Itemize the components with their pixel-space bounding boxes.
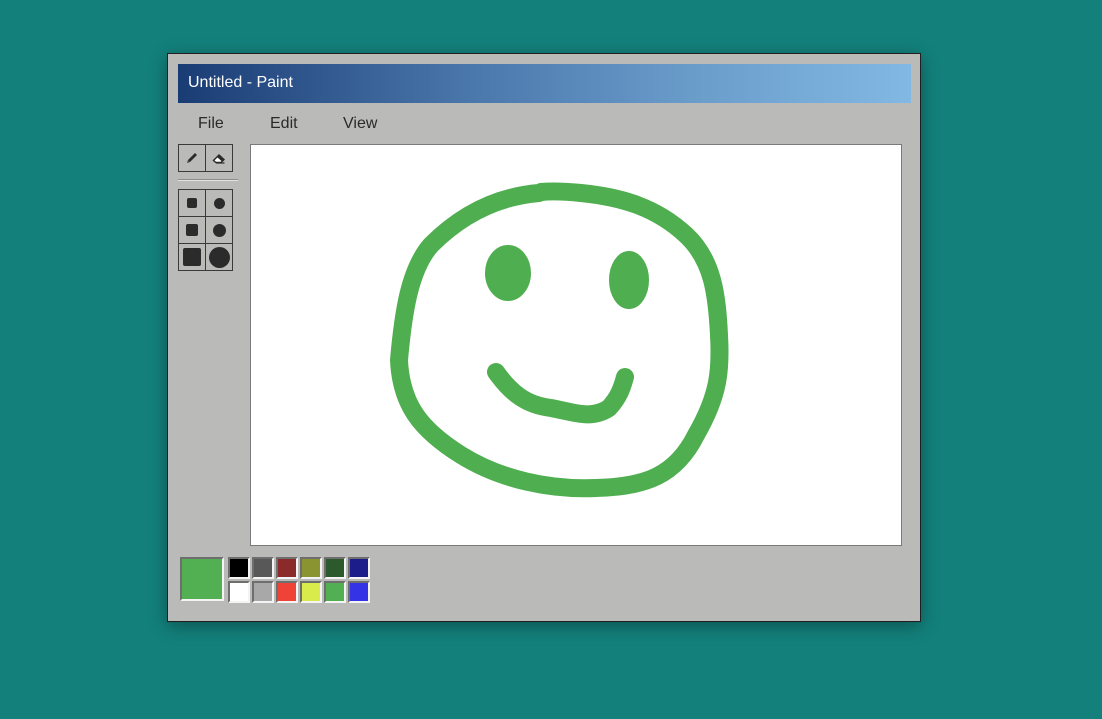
swatch-dark-gray[interactable] (252, 557, 274, 579)
eraser-tool[interactable] (205, 144, 233, 172)
brush-square-large[interactable] (178, 243, 206, 271)
swatch-white[interactable] (228, 581, 250, 603)
eraser-icon (212, 154, 226, 164)
menu-bar: File Edit View (178, 112, 395, 136)
brush-square-small[interactable] (178, 189, 206, 217)
swatch-green[interactable] (324, 581, 346, 603)
square-brush-icon (186, 224, 198, 236)
swatch-dark-red[interactable] (276, 557, 298, 579)
face-outline (390, 182, 729, 498)
paint-window: Untitled - Paint File Edit View (167, 53, 921, 622)
menu-file[interactable]: File (178, 112, 250, 136)
circle-brush-icon (212, 223, 226, 237)
swatch-grid (228, 557, 372, 605)
brush-square-medium[interactable] (178, 216, 206, 244)
swatch-red[interactable] (276, 581, 298, 603)
right-eye (609, 251, 649, 309)
left-eye (485, 245, 531, 301)
swatch-light-gray[interactable] (252, 581, 274, 603)
toolbox (178, 144, 238, 271)
circle-brush-icon (213, 197, 225, 209)
title-bar[interactable]: Untitled - Paint (178, 64, 911, 103)
swatch-blue[interactable] (348, 581, 370, 603)
brush-circle-small[interactable] (205, 189, 233, 217)
brush-circle-large[interactable] (205, 243, 233, 271)
pencil-icon (187, 153, 197, 163)
window-title: Untitled - Paint (188, 74, 293, 91)
smiley-drawing (390, 182, 729, 498)
menu-edit[interactable]: Edit (250, 112, 323, 136)
toolbox-divider (178, 179, 238, 181)
circle-brush-icon (208, 246, 230, 268)
square-brush-icon (187, 198, 197, 208)
pencil-tool[interactable] (178, 144, 206, 172)
swatch-black[interactable] (228, 557, 250, 579)
swatch-dark-green[interactable] (324, 557, 346, 579)
swatch-olive[interactable] (300, 557, 322, 579)
swatch-yellow[interactable] (300, 581, 322, 603)
square-brush-icon (183, 248, 201, 266)
drawing-canvas[interactable] (250, 144, 902, 546)
menu-view[interactable]: View (323, 112, 395, 136)
brush-circle-medium[interactable] (205, 216, 233, 244)
current-color (180, 557, 224, 601)
smile-mouth (487, 363, 634, 424)
swatch-navy[interactable] (348, 557, 370, 579)
